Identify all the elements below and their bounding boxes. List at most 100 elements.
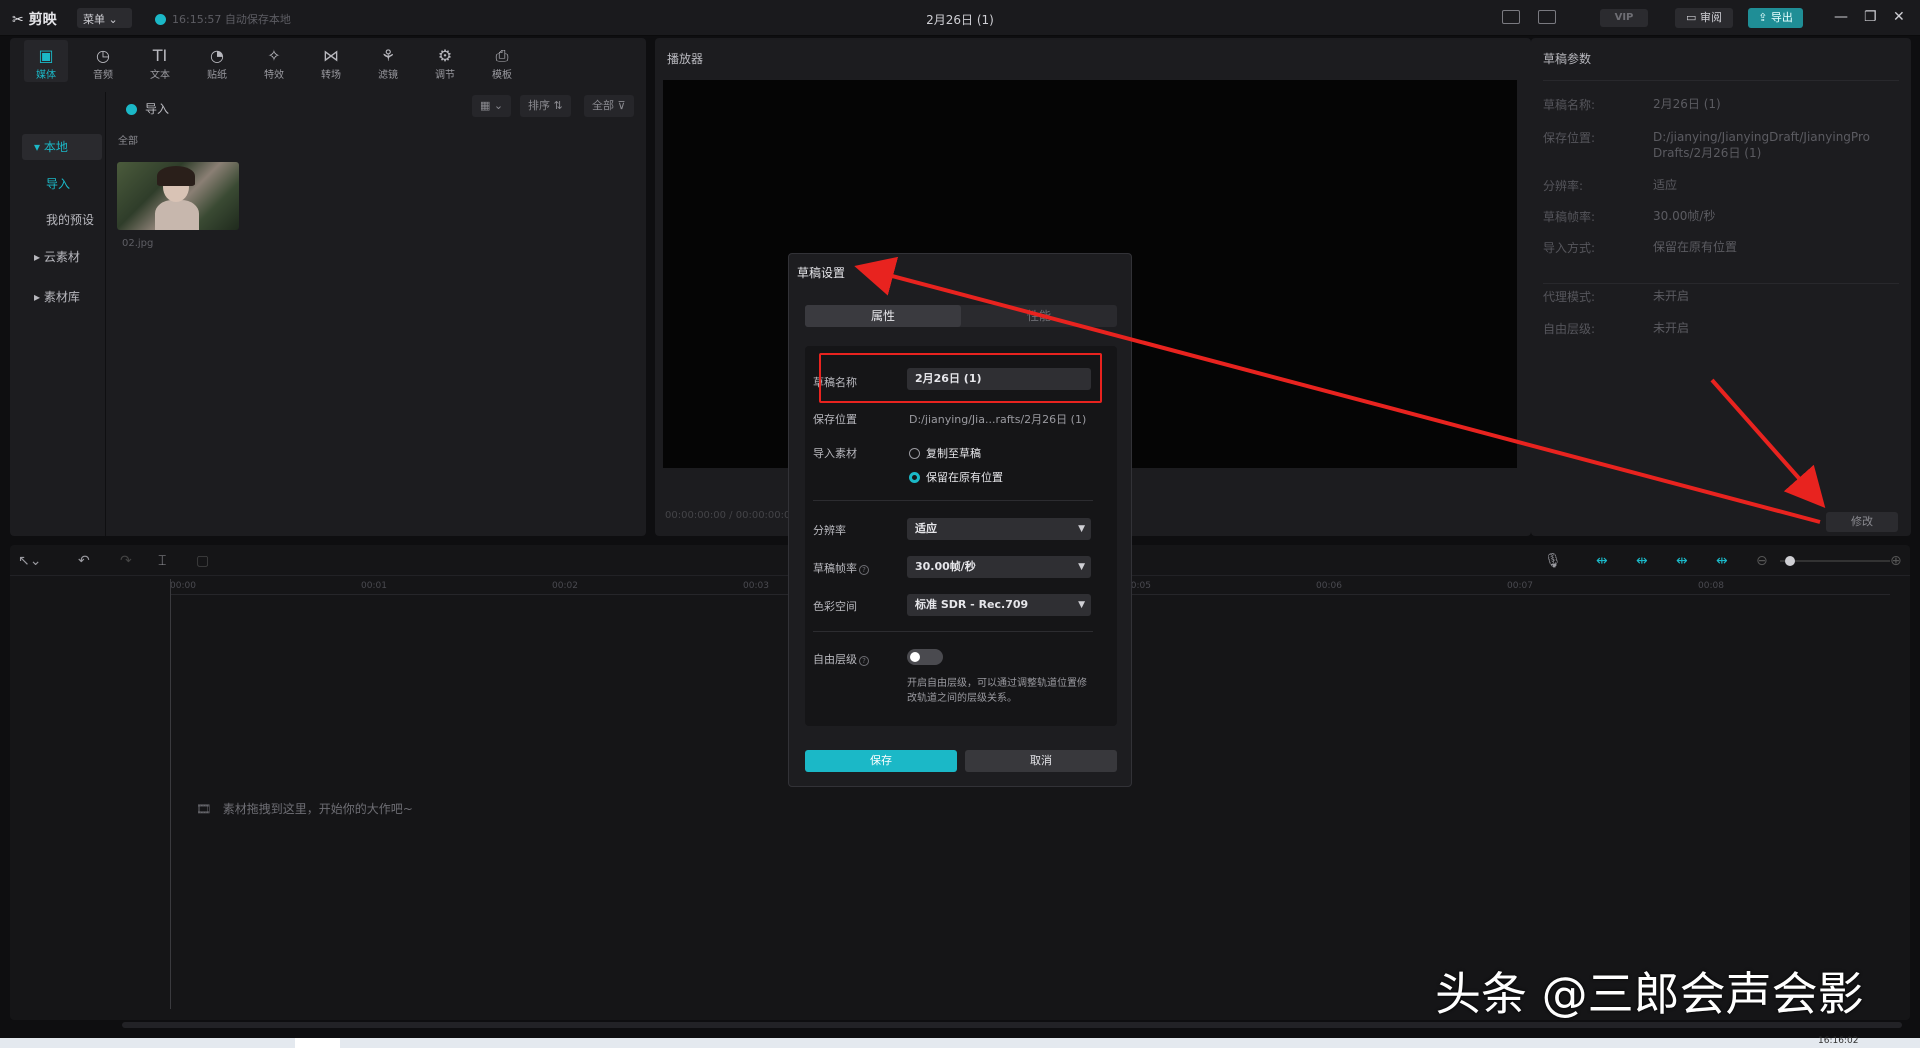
divider: [1543, 80, 1899, 81]
title-bar: ✂ 剪映 菜单 ⌄ 16:15:57 自动保存本地 2月26日 (1) VIP …: [0, 0, 1920, 36]
tab-properties[interactable]: 属性: [805, 305, 961, 327]
align-icon[interactable]: ⇹: [1716, 553, 1728, 569]
layout-icon[interactable]: [1538, 10, 1556, 24]
param-value: 未开启: [1653, 321, 1690, 335]
help-icon[interactable]: ?: [859, 656, 869, 666]
undo-icon[interactable]: ↶: [78, 553, 90, 569]
fps-label-text: 草稿帧率: [813, 562, 857, 575]
sidebar-item-cloud[interactable]: ▸ 云素材: [22, 244, 102, 270]
tool-audio[interactable]: ◷ 音频: [81, 46, 125, 81]
snap-icon[interactable]: ⇹: [1636, 553, 1648, 569]
microphone-icon[interactable]: 🎙: [1544, 553, 1562, 569]
zoom-slider[interactable]: [1780, 560, 1890, 562]
free-layer-label: 自由层级?: [813, 651, 869, 667]
film-icon: 🎞: [196, 802, 212, 816]
sidebar-item-label: 导入: [46, 177, 71, 191]
radio-selected-icon: [909, 472, 920, 483]
thumbnail-hair: [157, 166, 195, 186]
sort-label: 排序: [528, 99, 550, 112]
delete-icon[interactable]: ▢: [196, 553, 209, 569]
tool-label: 转场: [321, 70, 341, 81]
param-value: D:/jianying/JianyingDraft/JianyingPro Dr…: [1653, 130, 1870, 160]
draft-settings-dialog: 草稿设置 属性 性能 草稿名称 2月26日 (1) 保存位置 D:/jianyi…: [788, 253, 1132, 787]
tool-effects[interactable]: ✧ 特效: [252, 46, 296, 81]
chevron-down-icon: ▼: [1078, 600, 1085, 610]
sidebar-item-local[interactable]: ▾ 本地: [22, 134, 102, 160]
split-icon[interactable]: ⌶: [158, 553, 166, 569]
tool-media[interactable]: ▣ 媒体: [24, 40, 68, 82]
ruler-tick: 00:08: [1698, 581, 1724, 591]
media-thumbnail[interactable]: [117, 162, 239, 230]
zoom-out-icon[interactable]: ⊖: [1756, 553, 1768, 569]
tool-label: 媒体: [36, 70, 56, 81]
effects-icon: ✧: [267, 46, 281, 65]
tool-text[interactable]: TI 文本: [138, 46, 182, 81]
media-sidebar: ▾ 本地 导入 我的预设 ▸ 云素材 ▸ 素材库: [10, 92, 106, 536]
view-mode-button[interactable]: ▦ ⌄: [472, 95, 512, 117]
tab-performance[interactable]: 性能: [961, 305, 1117, 327]
select-tool-icon[interactable]: ↖⌄: [18, 553, 41, 569]
toggle-knob: [910, 652, 920, 662]
player-title: 播放器: [667, 52, 704, 66]
help-icon[interactable]: ?: [859, 565, 869, 575]
sort-button[interactable]: 排序 ⇅: [520, 95, 571, 117]
filter-button[interactable]: 全部 ⊽: [584, 95, 634, 117]
vip-badge[interactable]: VIP: [1600, 9, 1648, 27]
shortcut-icon[interactable]: [1502, 10, 1520, 24]
param-key: 自由层级:: [1543, 322, 1596, 336]
param-value: 30.00帧/秒: [1653, 209, 1716, 223]
sidebar-item-library[interactable]: ▸ 素材库: [22, 284, 102, 310]
import-button[interactable]: 导入: [126, 100, 169, 117]
taskbar-item[interactable]: [295, 1038, 340, 1048]
fps-select[interactable]: 30.00帧/秒 ▼: [907, 556, 1091, 578]
free-layer-label-text: 自由层级: [813, 653, 857, 666]
radio-label: 复制至草稿: [926, 447, 981, 460]
sticker-icon: ◔: [210, 46, 224, 65]
link-icon[interactable]: ⇹: [1596, 553, 1608, 569]
ruler-tick: 00:03: [743, 581, 769, 591]
export-button[interactable]: ⇪ 导出: [1748, 8, 1803, 28]
param-key: 草稿名称:: [1543, 98, 1596, 112]
minimize-icon[interactable]: —: [1834, 9, 1848, 25]
param-key: 导入方式:: [1543, 241, 1596, 255]
radio-copy-to-draft[interactable]: 复制至草稿: [909, 445, 981, 461]
preview-axis-icon[interactable]: ⇹: [1676, 553, 1688, 569]
resolution-select[interactable]: 适应 ▼: [907, 518, 1091, 540]
tool-transition[interactable]: ⋈ 转场: [309, 46, 353, 81]
param-key: 草稿帧率:: [1543, 210, 1596, 224]
tool-adjust[interactable]: ⚙ 调节: [423, 46, 467, 81]
review-button[interactable]: ▭ 审阅: [1675, 8, 1733, 28]
zoom-in-icon[interactable]: ⊕: [1890, 553, 1902, 569]
sidebar-item-label: 本地: [43, 140, 68, 154]
export-icon: ⇪: [1758, 11, 1768, 24]
media-panel: ▣ 媒体 ◷ 音频 TI 文本 ◔ 贴纸 ✧ 特效 ⋈ 转场 ⚘ 滤镜 ⚙ 调节 ⎙ 模板 ▾ 本地 导入 我的预…: [10, 38, 646, 536]
sidebar-item-import[interactable]: 导入: [22, 171, 102, 197]
free-layer-toggle[interactable]: [907, 649, 943, 665]
playhead[interactable]: [170, 579, 171, 1009]
tool-label: 音频: [93, 70, 113, 81]
transition-icon: ⋈: [323, 46, 339, 65]
radio-keep-original[interactable]: 保留在原有位置: [909, 469, 1003, 485]
redo-icon[interactable]: ↷: [120, 553, 132, 569]
close-icon[interactable]: ✕: [1893, 9, 1905, 25]
grid-icon: ▦ ⌄: [480, 99, 504, 112]
color-space-select[interactable]: 标准 SDR - Rec.709 ▼: [907, 594, 1091, 616]
cancel-button[interactable]: 取消: [965, 750, 1117, 772]
ruler-tick: 00:06: [1316, 581, 1342, 591]
tool-sticker[interactable]: ◔ 贴纸: [195, 46, 239, 81]
zoom-slider-knob[interactable]: [1785, 556, 1795, 566]
sidebar-item-presets[interactable]: 我的预设: [22, 207, 102, 233]
media-icon: ▣: [38, 46, 54, 65]
tool-filter[interactable]: ⚘ 滤镜: [366, 46, 410, 81]
tool-label: 文本: [150, 70, 170, 81]
tool-template[interactable]: ⎙ 模板: [480, 46, 524, 81]
tool-label: 特效: [264, 70, 284, 81]
modify-button[interactable]: 修改: [1826, 512, 1898, 532]
param-key: 代理模式:: [1543, 290, 1596, 304]
drop-hint: 🎞 素材拖拽到这里，开始你的大作吧~: [196, 800, 413, 817]
param-key: 分辨率:: [1543, 179, 1584, 193]
sidebar-item-label: 我的预设: [46, 213, 95, 227]
restore-icon[interactable]: ❐: [1864, 9, 1877, 25]
save-button[interactable]: 保存: [805, 750, 957, 772]
tool-label: 调节: [435, 70, 455, 81]
